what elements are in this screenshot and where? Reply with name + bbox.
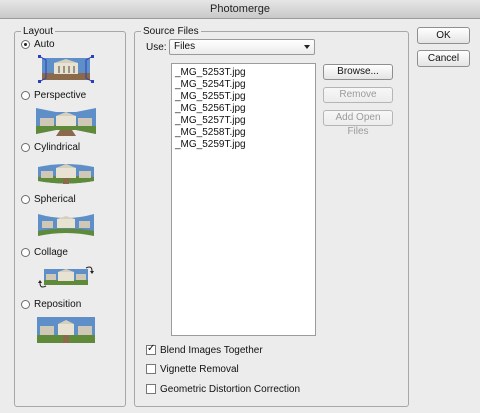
blend-images-checkbox[interactable] [146,343,156,355]
cancel-button[interactable]: Cancel [417,50,470,67]
file-list-item[interactable]: _MG_5253T.jpg [175,67,246,79]
vignette-removal-label: Vignette Removal [160,363,239,375]
perspective-radio[interactable] [21,90,30,100]
cylindrical-label: Cylindrical [34,141,81,153]
collage-label: Collage [34,246,68,258]
ok-button[interactable]: OK [417,27,470,44]
vignette-removal-checkbox[interactable] [146,364,156,374]
window-title: Photomerge [0,0,480,19]
file-list-item[interactable]: _MG_5255T.jpg [175,91,246,103]
file-list[interactable]: _MG_5253T.jpg _MG_5254T.jpg _MG_5255T.jp… [171,63,316,336]
layout-legend: Layout [23,26,54,37]
vignette-removal-option[interactable]: Vignette Removal [146,362,239,376]
photomerge-dialog: Photomerge Layout Auto Perspective Cylin… [0,0,480,413]
layout-option-auto[interactable]: Auto [21,37,55,51]
perspective-layout-icon[interactable] [36,106,96,136]
cylindrical-layout-icon[interactable] [36,158,96,188]
reposition-radio[interactable] [21,299,30,309]
file-list-item[interactable]: _MG_5257T.jpg [175,115,246,127]
distortion-correction-option[interactable]: Geometric Distortion Correction [146,382,300,396]
browse-button[interactable]: Browse... [323,64,393,80]
collage-layout-icon[interactable] [36,262,96,292]
auto-radio[interactable] [21,39,30,49]
file-list-item[interactable]: _MG_5254T.jpg [175,79,246,91]
blend-images-label: Blend Images Together [160,344,263,356]
use-select-value: Files [174,41,196,52]
auto-layout-icon[interactable] [36,54,96,84]
spherical-radio[interactable] [21,194,30,204]
use-select[interactable]: Files [169,39,315,55]
distortion-correction-label: Geometric Distortion Correction [160,383,301,395]
spherical-layout-icon[interactable] [36,210,96,240]
reposition-layout-icon[interactable] [36,315,96,345]
chevron-down-icon [304,45,310,49]
layout-option-perspective[interactable]: Perspective [21,88,86,102]
cylindrical-radio[interactable] [21,142,30,152]
file-list-item[interactable]: _MG_5259T.jpg [175,139,246,151]
layout-option-cylindrical[interactable]: Cylindrical [21,140,80,154]
blend-images-option[interactable]: Blend Images Together [146,343,263,357]
use-label: Use: [146,42,167,53]
distortion-correction-checkbox[interactable] [146,384,156,394]
layout-option-spherical[interactable]: Spherical [21,192,76,206]
file-list-item[interactable]: _MG_5258T.jpg [175,127,246,139]
reposition-label: Reposition [34,298,82,310]
add-open-files-button[interactable]: Add Open Files [323,110,393,137]
remove-button[interactable]: Remove [323,87,393,103]
perspective-label: Perspective [34,89,87,101]
layout-option-collage[interactable]: Collage [21,245,68,259]
auto-label: Auto [34,38,55,50]
source-files-legend: Source Files [143,26,199,37]
file-list-item[interactable]: _MG_5256T.jpg [175,103,246,115]
spherical-label: Spherical [34,193,76,205]
layout-option-reposition[interactable]: Reposition [21,297,81,311]
collage-radio[interactable] [21,247,30,257]
